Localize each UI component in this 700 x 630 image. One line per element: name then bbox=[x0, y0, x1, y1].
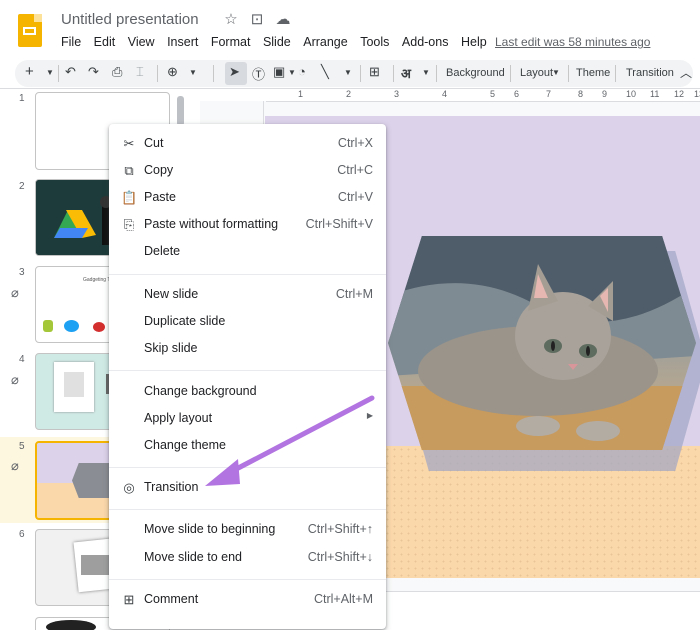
paint-format-icon[interactable]: ⌶ bbox=[136, 64, 144, 80]
add-comment-icon: ⊞ bbox=[123, 592, 135, 607]
paste-plain-icon: ⎘ bbox=[123, 217, 135, 232]
menu-item-comment[interactable]: ⊞ Comment Ctrl+Alt+M bbox=[109, 587, 386, 613]
menu-item-duplicate-slide[interactable]: Duplicate slide bbox=[109, 309, 386, 335]
copy-icon: ⧉ bbox=[124, 163, 134, 178]
new-slide-dropdown-icon[interactable]: ▼ bbox=[46, 68, 54, 77]
menu-addons[interactable]: Add-ons bbox=[402, 35, 449, 49]
print-icon[interactable]: ⎙ bbox=[112, 64, 122, 80]
comment-icon[interactable]: ⊞ bbox=[369, 64, 380, 80]
kitten-image[interactable] bbox=[388, 236, 696, 450]
menu-item-apply-layout[interactable]: Apply layout ▶ bbox=[109, 406, 386, 432]
menu-item-paste[interactable]: 📋 Paste Ctrl+V bbox=[109, 185, 386, 211]
slide-context-menu: ✂ Cut Ctrl+X ⧉ Copy Ctrl+C 📋 Paste Ctrl+… bbox=[109, 124, 386, 629]
menu-item-move-to-end[interactable]: Move slide to end Ctrl+Shift+↓ bbox=[109, 545, 386, 571]
line-icon[interactable]: ╲ bbox=[321, 64, 329, 80]
menu-bar: File Edit View Insert Format Slide Arran… bbox=[61, 35, 499, 49]
menu-item-delete[interactable]: Delete bbox=[109, 239, 386, 265]
move-folder-icon[interactable]: ⊡ bbox=[248, 10, 266, 28]
slide-number: 1 bbox=[19, 93, 25, 104]
zoom-dropdown-icon[interactable]: ▼ bbox=[189, 68, 197, 77]
toolbar: + ▼ ↶ ↷ ⎙ ⌶ ⊕ ▼ ➤ Ⓣ ▣ ▼ ◔ ╲ ▼ ⊞ अ ▼ Back… bbox=[15, 60, 693, 87]
menu-item-transition[interactable]: ◎ Transition bbox=[109, 475, 386, 501]
scissors-icon: ✂ bbox=[123, 136, 135, 151]
layout-button[interactable]: Layout bbox=[520, 67, 553, 79]
menu-item-move-to-beginning[interactable]: Move slide to beginning Ctrl+Shift+↑ bbox=[109, 517, 386, 543]
menu-file[interactable]: File bbox=[61, 35, 81, 49]
submenu-arrow-icon: ▶ bbox=[366, 411, 373, 420]
document-title[interactable]: Untitled presentation bbox=[61, 11, 199, 28]
background-button[interactable]: Background bbox=[446, 67, 505, 79]
cloud-status-icon[interactable]: ☁ bbox=[274, 10, 292, 28]
filmstrip-scrollbar[interactable] bbox=[177, 96, 184, 126]
menu-item-change-background[interactable]: Change background bbox=[109, 379, 386, 405]
slide-number: 2 bbox=[19, 181, 25, 192]
menu-item-cut[interactable]: ✂ Cut Ctrl+X bbox=[109, 131, 386, 157]
image-dropdown-icon[interactable]: ▼ bbox=[288, 68, 296, 77]
menu-help[interactable]: Help bbox=[461, 35, 487, 49]
line-dropdown-icon[interactable]: ▼ bbox=[344, 68, 352, 77]
star-icon[interactable]: ☆ bbox=[222, 10, 240, 28]
menu-item-skip-slide[interactable]: Skip slide bbox=[109, 336, 386, 362]
horizontal-ruler: 1 2 3 4 5 6 7 8 9 10 11 12 13 bbox=[266, 89, 700, 102]
collapse-toolbar-icon[interactable]: ︿ bbox=[680, 64, 692, 81]
layout-dropdown-icon[interactable]: ▼ bbox=[552, 68, 560, 77]
attachment-icon: ⌀ bbox=[11, 285, 19, 300]
menu-item-change-theme[interactable]: Change theme bbox=[109, 433, 386, 459]
transition-icon: ◎ bbox=[123, 480, 135, 495]
menu-insert[interactable]: Insert bbox=[167, 35, 198, 49]
select-cursor-icon[interactable]: ➤ bbox=[229, 64, 240, 80]
menu-edit[interactable]: Edit bbox=[94, 35, 116, 49]
new-slide-button[interactable]: + bbox=[25, 63, 34, 80]
theme-button[interactable]: Theme bbox=[576, 67, 610, 79]
transition-button[interactable]: Transition bbox=[626, 67, 674, 79]
slide-number-selected: 5 bbox=[19, 441, 25, 452]
menu-slide[interactable]: Slide bbox=[263, 35, 291, 49]
zoom-icon[interactable]: ⊕ bbox=[167, 64, 178, 80]
input-tools-icon[interactable]: अ bbox=[401, 64, 411, 82]
slides-logo[interactable] bbox=[18, 14, 42, 47]
slide-number: 3 bbox=[19, 267, 25, 278]
menu-view[interactable]: View bbox=[128, 35, 155, 49]
shape-icon[interactable]: ◔ bbox=[298, 64, 306, 79]
menu-item-copy[interactable]: ⧉ Copy Ctrl+C bbox=[109, 158, 386, 184]
slide-number: 6 bbox=[19, 529, 25, 540]
menu-item-new-slide[interactable]: New slide Ctrl+M bbox=[109, 282, 386, 308]
menu-format[interactable]: Format bbox=[211, 35, 251, 49]
slide-number: 4 bbox=[19, 354, 25, 365]
attachment-icon: ⌀ bbox=[11, 458, 19, 473]
image-icon[interactable]: ▣ bbox=[273, 64, 285, 80]
menu-tools[interactable]: Tools bbox=[360, 35, 389, 49]
redo-icon[interactable]: ↷ bbox=[88, 64, 99, 80]
text-box-icon[interactable]: Ⓣ bbox=[252, 64, 265, 83]
input-tools-dropdown-icon[interactable]: ▼ bbox=[422, 68, 430, 77]
menu-arrange[interactable]: Arrange bbox=[303, 35, 347, 49]
undo-icon[interactable]: ↶ bbox=[65, 64, 76, 80]
menu-item-paste-without-formatting[interactable]: ⎘ Paste without formatting Ctrl+Shift+V bbox=[109, 212, 386, 238]
clipboard-icon: 📋 bbox=[121, 190, 138, 205]
attachment-icon: ⌀ bbox=[11, 372, 19, 387]
last-edit-link[interactable]: Last edit was 58 minutes ago bbox=[495, 35, 650, 49]
